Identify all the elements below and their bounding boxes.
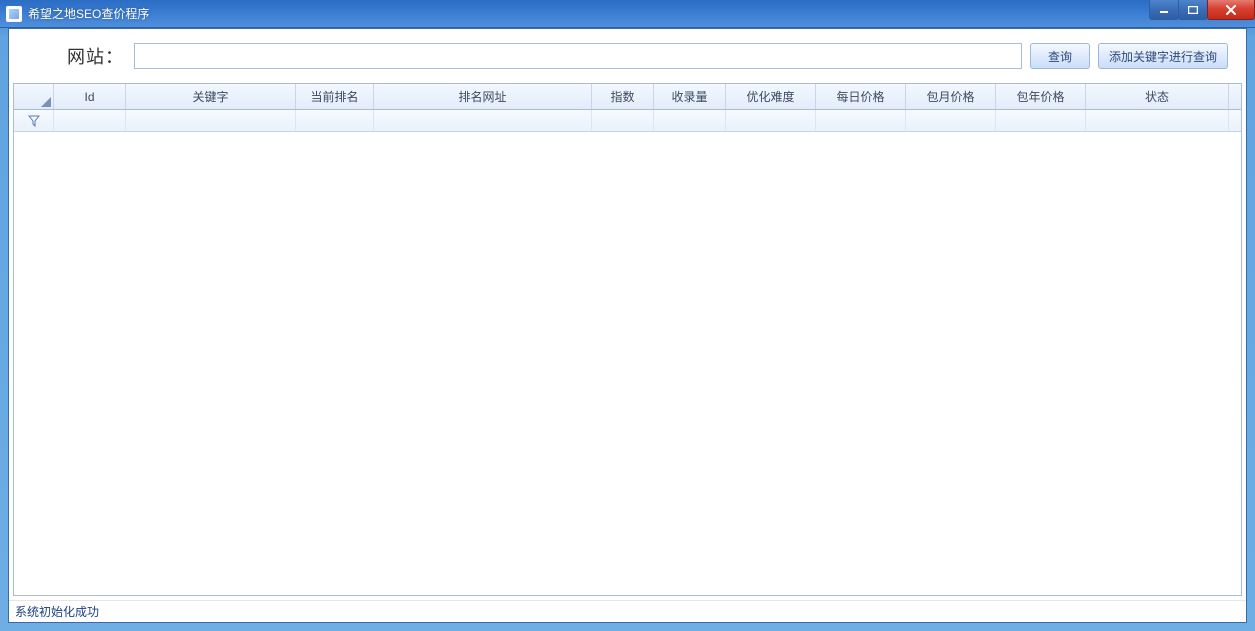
column-header-difficulty[interactable]: 优化难度: [726, 84, 816, 109]
filter-cell-keyword[interactable]: [126, 110, 296, 131]
close-button[interactable]: [1207, 0, 1255, 20]
search-panel: 网站： 查询 添加关键字进行查询: [9, 29, 1246, 83]
results-grid: Id 关键字 当前排名 排名网址 指数 收录量 优化难度 每日价格 包月价格 包…: [13, 83, 1242, 596]
column-header-index[interactable]: 指数: [592, 84, 654, 109]
column-header-yearly-price[interactable]: 包年价格: [996, 84, 1086, 109]
maximize-button[interactable]: [1178, 0, 1208, 20]
column-header-monthly-price[interactable]: 包月价格: [906, 84, 996, 109]
column-header-padding: [1229, 84, 1241, 109]
filter-cell-status[interactable]: [1086, 110, 1229, 131]
site-label: 网站：: [67, 43, 124, 69]
window-frame: 网站： 查询 添加关键字进行查询 Id 关键字 当前排名 排名网址 指数 收录量…: [8, 28, 1247, 623]
column-header-current-rank[interactable]: 当前排名: [296, 84, 374, 109]
grid-filter-row: [14, 110, 1241, 132]
column-header-rank-url[interactable]: 排名网址: [374, 84, 592, 109]
grid-select-all-corner[interactable]: [14, 84, 54, 109]
site-input[interactable]: [134, 43, 1022, 69]
filter-cell-daily-price[interactable]: [816, 110, 906, 131]
column-header-included[interactable]: 收录量: [654, 84, 726, 109]
filter-cell-id[interactable]: [54, 110, 126, 131]
filter-cell-padding: [1229, 110, 1241, 131]
filter-cell-current-rank[interactable]: [296, 110, 374, 131]
add-keyword-query-button[interactable]: 添加关键字进行查询: [1098, 43, 1228, 69]
column-header-daily-price[interactable]: 每日价格: [816, 84, 906, 109]
minimize-button[interactable]: [1149, 0, 1179, 20]
client-area: 网站： 查询 添加关键字进行查询 Id 关键字 当前排名 排名网址 指数 收录量…: [8, 28, 1247, 623]
grid-body: [14, 132, 1241, 595]
filter-icon[interactable]: [14, 110, 54, 131]
filter-cell-yearly-price[interactable]: [996, 110, 1086, 131]
window-title: 希望之地SEO查价程序: [28, 5, 149, 22]
grid-header-row: Id 关键字 当前排名 排名网址 指数 收录量 优化难度 每日价格 包月价格 包…: [14, 84, 1241, 110]
filter-cell-monthly-price[interactable]: [906, 110, 996, 131]
column-header-keyword[interactable]: 关键字: [126, 84, 296, 109]
column-header-status[interactable]: 状态: [1086, 84, 1229, 109]
window-titlebar: 希望之地SEO查价程序: [0, 0, 1255, 28]
status-bar: 系统初始化成功: [9, 600, 1246, 622]
column-header-id[interactable]: Id: [54, 84, 126, 109]
window-controls: [1150, 0, 1255, 20]
filter-cell-included[interactable]: [654, 110, 726, 131]
app-icon: [6, 6, 22, 22]
status-text: 系统初始化成功: [15, 603, 99, 620]
query-button[interactable]: 查询: [1030, 43, 1090, 69]
filter-cell-rank-url[interactable]: [374, 110, 592, 131]
filter-cell-difficulty[interactable]: [726, 110, 816, 131]
filter-cell-index[interactable]: [592, 110, 654, 131]
